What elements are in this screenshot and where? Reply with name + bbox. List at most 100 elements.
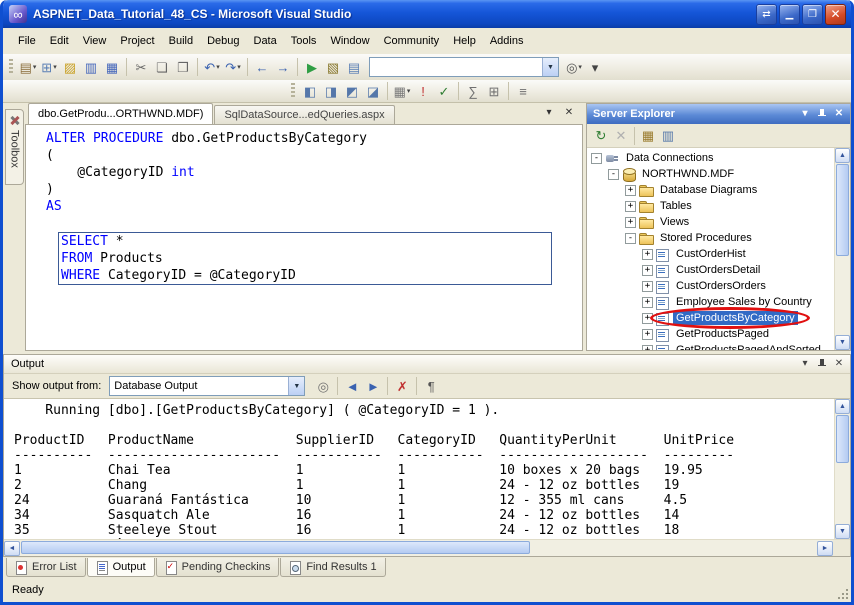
tree-item-label[interactable]: CustOrderHist: [673, 247, 749, 261]
tree-item-label[interactable]: GetProductsPagedAndSorted: [673, 343, 824, 350]
tree-item-custorderhist[interactable]: + CustOrderHist: [587, 246, 834, 262]
output-horizontal-scrollbar[interactable]: ◄ ►: [4, 539, 850, 556]
tree-item-views[interactable]: + Views: [587, 214, 834, 230]
add-table-button[interactable]: ⊞: [484, 81, 504, 101]
find-in-files-button[interactable]: ◎▾: [564, 57, 584, 77]
combo-dropdown-icon[interactable]: ▼: [542, 58, 558, 76]
tree-item-northwnd-mdf[interactable]: - NORTHWND.MDF: [587, 166, 834, 182]
tree-item-label[interactable]: Tables: [657, 199, 695, 213]
tree-item-data-connections[interactable]: -Data Connections: [587, 150, 834, 166]
properties-button[interactable]: ≡: [513, 81, 533, 101]
start-debugging-button[interactable]: ▶: [302, 57, 322, 77]
add-group-by-button[interactable]: ∑: [463, 81, 483, 101]
show-results-pane-button[interactable]: ◪: [363, 81, 383, 101]
menu-file[interactable]: File: [11, 31, 43, 51]
close-document-icon[interactable]: ✕: [562, 106, 576, 120]
scrollbar-track[interactable]: [835, 414, 850, 524]
new-project-button[interactable]: ▤▾: [18, 57, 38, 77]
verify-sql-button[interactable]: ✓: [434, 81, 454, 101]
menu-help[interactable]: Help: [446, 31, 483, 51]
find-message-button[interactable]: ◎: [313, 376, 333, 396]
show-criteria-pane-button[interactable]: ◨: [321, 81, 341, 101]
close-button[interactable]: ✕: [832, 357, 846, 371]
collapse-icon[interactable]: -: [608, 169, 619, 180]
tree-item-label[interactable]: Database Diagrams: [657, 183, 760, 197]
tree-item-getproductspagedandsorted[interactable]: +GetProductsPagedAndSorted: [587, 342, 834, 350]
output-header[interactable]: Output ▾✕: [4, 355, 850, 374]
output-text[interactable]: Running [dbo].[GetProductsByCategory] ( …: [4, 399, 834, 539]
change-type-button[interactable]: ▦▾: [392, 81, 412, 101]
tree-item-getproductspaged[interactable]: + GetProductsPaged: [587, 326, 834, 342]
menu-data[interactable]: Data: [247, 31, 284, 51]
clear-all-button[interactable]: ✗: [392, 376, 412, 396]
properties-window-button[interactable]: ▤: [344, 57, 364, 77]
open-file-button[interactable]: ▨: [60, 57, 80, 77]
paste-button[interactable]: ❐: [173, 57, 193, 77]
tree-item-label[interactable]: CustOrdersOrders: [673, 279, 769, 293]
minimize-button[interactable]: ▁: [779, 4, 800, 25]
tree-item-label[interactable]: GetProductsByCategory: [673, 311, 798, 325]
stop-refresh-button[interactable]: ✕: [611, 126, 631, 146]
maximize-button[interactable]: ❐: [802, 4, 823, 25]
tab-dbo-getprodu-orthwnd-mdf[interactable]: dbo.GetProdu...ORTHWND.MDF): [28, 103, 213, 124]
tree-item-custordersorders[interactable]: + CustOrdersOrders: [587, 278, 834, 294]
window-position-button[interactable]: ▾: [798, 357, 812, 371]
scroll-up-icon[interactable]: ▲: [835, 148, 850, 163]
tab-output[interactable]: Output: [87, 558, 155, 577]
tree-item-label[interactable]: GetProductsPaged: [673, 327, 772, 341]
toolbox-tab[interactable]: Toolbox: [5, 109, 24, 185]
tree-item-getproductsbycategory[interactable]: +GetProductsByCategory: [587, 310, 834, 326]
auto-hide-pin-button[interactable]: [815, 357, 829, 371]
collapse-icon[interactable]: -: [625, 233, 636, 244]
scrollbar-track[interactable]: [835, 163, 850, 335]
expand-icon[interactable]: +: [625, 217, 636, 228]
tree-item-label[interactable]: CustOrdersDetail: [673, 263, 763, 277]
undo-button[interactable]: ↶▾: [202, 57, 222, 77]
window-switch-button[interactable]: ⇄: [756, 4, 777, 25]
tree-item-label[interactable]: Employee Sales by Country: [673, 295, 815, 309]
output-vertical-scrollbar[interactable]: ▲ ▼: [834, 399, 850, 539]
active-files-dropdown-icon[interactable]: ▾: [542, 106, 556, 120]
tab-find-results-1[interactable]: Find Results 1: [280, 558, 385, 577]
cut-button[interactable]: ✂: [131, 57, 151, 77]
scrollbar-thumb[interactable]: [836, 164, 849, 256]
tree-item-label[interactable]: NORTHWND.MDF: [639, 167, 737, 181]
toolbar-grip[interactable]: [291, 83, 295, 99]
toolbar-grip[interactable]: [9, 59, 13, 75]
expand-icon[interactable]: +: [642, 281, 653, 292]
connect-to-database-button[interactable]: ▦: [638, 126, 658, 146]
expand-icon[interactable]: +: [625, 185, 636, 196]
sql-editor[interactable]: ALTER PROCEDURE dbo.GetProductsByCategor…: [25, 124, 583, 351]
toolbar-combo[interactable]: ▼: [369, 57, 559, 77]
tab-sqldatasource-edqueries-aspx[interactable]: SqlDataSource...edQueries.aspx: [214, 105, 394, 124]
close-button[interactable]: ✕: [832, 107, 846, 121]
tree-item-label[interactable]: Views: [657, 215, 692, 229]
menu-community[interactable]: Community: [377, 31, 447, 51]
menu-project[interactable]: Project: [113, 31, 161, 51]
resize-grip-icon[interactable]: [846, 597, 848, 599]
expand-icon[interactable]: +: [642, 329, 653, 340]
scroll-up-icon[interactable]: ▲: [835, 399, 850, 414]
collapse-icon[interactable]: -: [591, 153, 602, 164]
scroll-down-icon[interactable]: ▼: [835, 524, 850, 539]
refresh-button[interactable]: ↻: [591, 126, 611, 146]
scrollbar-thumb[interactable]: [21, 541, 530, 554]
combo-dropdown-icon[interactable]: ▼: [288, 377, 304, 395]
tab-error-list[interactable]: Error List: [6, 558, 86, 577]
tree-item-database-diagrams[interactable]: + Database Diagrams: [587, 182, 834, 198]
output-source-combo[interactable]: Database Output ▼: [109, 376, 305, 396]
tree-item-employee-sales-by-country[interactable]: +Employee Sales by Country: [587, 294, 834, 310]
menu-edit[interactable]: Edit: [43, 31, 76, 51]
expand-icon[interactable]: +: [642, 265, 653, 276]
show-sql-pane-button[interactable]: ◩: [342, 81, 362, 101]
auto-hide-pin-button[interactable]: [815, 107, 829, 121]
execute-sql-button[interactable]: !: [413, 81, 433, 101]
copy-button[interactable]: ❏: [152, 57, 172, 77]
word-wrap-button[interactable]: ¶: [421, 376, 441, 396]
expand-icon[interactable]: +: [642, 249, 653, 260]
menu-tools[interactable]: Tools: [284, 31, 324, 51]
scrollbar-thumb[interactable]: [836, 415, 849, 463]
scroll-down-icon[interactable]: ▼: [835, 335, 850, 350]
expand-icon[interactable]: +: [625, 201, 636, 212]
scroll-left-icon[interactable]: ◄: [4, 541, 20, 556]
